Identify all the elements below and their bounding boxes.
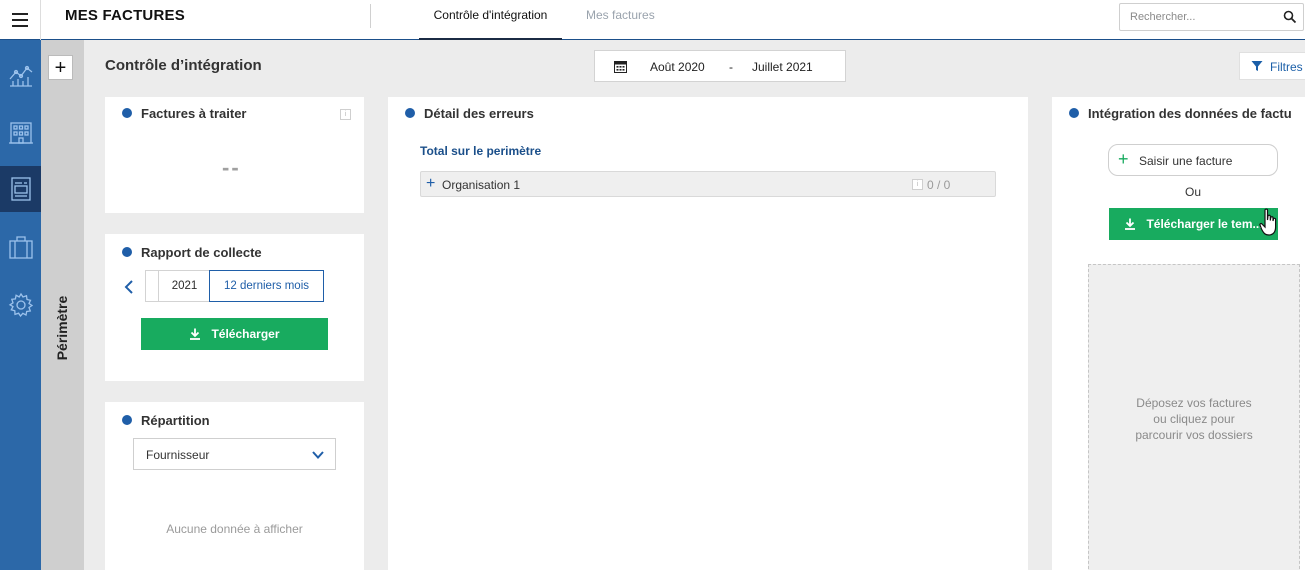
status-dot: [405, 108, 415, 118]
status-dot: [1069, 108, 1079, 118]
add-invoice-button[interactable]: + Saisir une facture: [1108, 144, 1278, 176]
app-title: MES FACTURES: [65, 7, 185, 24]
building-icon: [8, 122, 33, 144]
perimeter-label[interactable]: Périmètre: [54, 296, 70, 361]
sidebar-item-settings[interactable]: [0, 282, 41, 328]
briefcase-icon: [8, 236, 33, 259]
divider: [370, 4, 371, 28]
hand-cursor-icon: [1259, 208, 1277, 236]
filters-label: Filtres: [1270, 60, 1303, 74]
download-template-button[interactable]: Télécharger le tem...: [1109, 208, 1278, 240]
sidebar-item-contrats[interactable]: [0, 224, 41, 270]
download-button[interactable]: Télécharger: [141, 318, 328, 350]
date-from: Août 2020: [650, 60, 705, 74]
chart-line-icon: [9, 65, 32, 87]
sidebar-item-factures[interactable]: [0, 166, 41, 212]
dropzone-line: parcourir vos dossiers: [1135, 428, 1253, 442]
period-selector[interactable]: 12 derniers mois: [209, 270, 324, 302]
page-title: Contrôle d’intégration: [105, 57, 262, 74]
add-invoice-label: Saisir une facture: [1139, 154, 1233, 168]
status-dot: [122, 108, 132, 118]
rapport-title: Rapport de collecte: [141, 245, 262, 260]
total-label: Total sur le perimètre: [420, 144, 542, 158]
search-box: [1119, 3, 1304, 31]
status-dot: [122, 415, 132, 425]
divider: [158, 271, 159, 301]
expand-icon[interactable]: +: [426, 176, 435, 192]
empty-message: Aucune donnée à afficher: [166, 522, 303, 536]
file-dropzone[interactable]: Déposez vos factures ou cliquez pour par…: [1088, 264, 1300, 570]
download-template-label: Télécharger le tem...: [1146, 217, 1263, 231]
table-row[interactable]: + Organisation 1 i 0 / 0: [420, 171, 996, 197]
date-range-picker[interactable]: Août 2020 - Juillet 2021: [594, 50, 846, 82]
perimeter-add-button[interactable]: +: [48, 55, 73, 80]
year-label: 2021: [171, 280, 198, 292]
menu-button[interactable]: [0, 0, 41, 40]
year-selector[interactable]: 2021: [145, 270, 209, 302]
info-icon: i: [912, 179, 923, 190]
repartition-select[interactable]: Fournisseur: [133, 438, 336, 470]
erreurs-title: Détail des erreurs: [424, 106, 534, 121]
org-name: Organisation 1: [442, 178, 521, 192]
chevron-left-icon[interactable]: [121, 278, 137, 296]
or-label: Ou: [1185, 185, 1202, 199]
search-input[interactable]: [1120, 4, 1280, 30]
dropzone-line: Déposez vos factures: [1136, 396, 1252, 410]
repartition-title: Répartition: [141, 413, 210, 428]
factures-title: Factures à traiter: [141, 106, 247, 121]
dropzone-message: Déposez vos factures ou cliquez pour par…: [1089, 395, 1299, 443]
sidebar-item-dashboard[interactable]: [0, 52, 41, 98]
download-icon: [190, 328, 201, 340]
sidebar: [0, 40, 41, 570]
download-label: Télécharger: [211, 327, 280, 341]
plus-icon: +: [1118, 149, 1129, 169]
factures-value: --: [222, 155, 241, 180]
invoice-icon: [10, 177, 31, 201]
integration-title: Intégration des données de factu: [1088, 106, 1292, 121]
gear-icon: [8, 292, 33, 318]
dropzone-line: ou cliquez pour: [1153, 412, 1235, 426]
filters-button[interactable]: Filtres: [1239, 52, 1305, 80]
hamburger-icon: [12, 11, 28, 29]
org-count: 0 / 0: [927, 178, 951, 192]
info-icon[interactable]: i: [340, 109, 351, 120]
sidebar-item-sites[interactable]: [0, 108, 41, 154]
filter-icon: [1251, 61, 1263, 71]
tab-mes-factures[interactable]: Mes factures: [586, 8, 655, 22]
download-icon: [1125, 218, 1136, 230]
select-value: Fournisseur: [146, 448, 210, 462]
top-bar: MES FACTURES Contrôle d'intégration Mes …: [0, 0, 1305, 40]
date-to: Juillet 2021: [752, 60, 813, 74]
search-icon[interactable]: [1283, 10, 1297, 24]
date-separator: -: [729, 60, 733, 74]
calendar-icon: [614, 61, 627, 73]
chevron-down-icon: [312, 451, 324, 459]
tab-controle-integration[interactable]: Contrôle d'intégration: [419, 8, 562, 40]
status-dot: [122, 247, 132, 257]
erreurs-panel: [388, 97, 1028, 570]
